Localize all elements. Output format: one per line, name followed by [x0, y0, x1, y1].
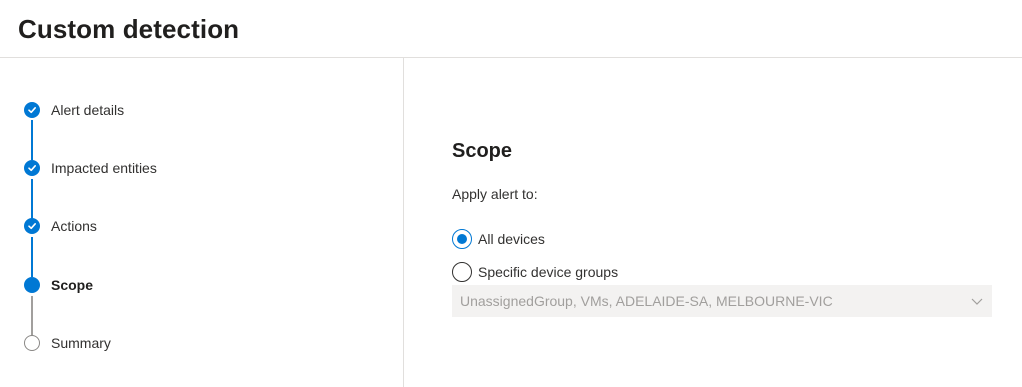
wizard-step-scope[interactable]: Scope	[24, 276, 93, 294]
empty-circle-icon	[24, 335, 40, 351]
radio-unchecked-icon[interactable]	[452, 262, 472, 282]
current-step-icon	[24, 277, 40, 293]
radio-label: All devices	[478, 231, 545, 247]
step-connector	[31, 179, 33, 219]
step-connector	[31, 296, 33, 336]
checkmark-icon	[24, 102, 40, 118]
wizard-step-impacted-entities[interactable]: Impacted entities	[24, 159, 157, 177]
radio-specific-device-groups[interactable]: Specific device groups	[452, 262, 618, 282]
radio-checked-icon[interactable]	[452, 229, 472, 249]
checkmark-icon	[24, 160, 40, 176]
wizard-step-summary[interactable]: Summary	[24, 334, 111, 352]
panel-divider	[403, 58, 404, 387]
wizard-step-alert-details[interactable]: Alert details	[24, 101, 124, 119]
radio-label: Specific device groups	[478, 264, 619, 280]
apply-alert-label: Apply alert to:	[452, 186, 538, 202]
step-connector	[31, 120, 33, 160]
wizard-stepper: Alert details Impacted entities Actions …	[0, 58, 403, 387]
radio-all-devices[interactable]: All devices	[452, 229, 545, 249]
page-header: Custom detection	[0, 0, 1022, 58]
wizard-step-label: Alert details	[51, 102, 125, 118]
wizard-step-label: Scope	[51, 277, 94, 293]
page-title: Custom detection	[18, 14, 240, 44]
wizard-step-actions[interactable]: Actions	[24, 217, 97, 235]
wizard-step-label: Actions	[51, 218, 97, 234]
step-connector	[31, 237, 33, 277]
wizard-step-label: Summary	[51, 335, 111, 351]
section-title: Scope	[452, 140, 513, 162]
device-groups-dropdown[interactable]: UnassignedGroup, VMs, ADELAIDE-SA, MELBO…	[452, 285, 992, 317]
checkmark-icon	[24, 218, 40, 234]
wizard-step-label: Impacted entities	[51, 160, 157, 176]
dropdown-value: UnassignedGroup, VMs, ADELAIDE-SA, MELBO…	[460, 293, 833, 309]
chevron-down-icon	[971, 298, 983, 305]
